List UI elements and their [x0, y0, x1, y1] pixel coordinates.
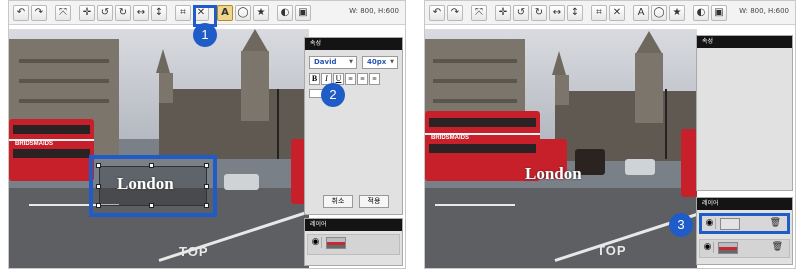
layer-thumbnail: [720, 218, 740, 230]
canvas-photo[interactable]: TOP BRIDSMAIDS London: [9, 29, 309, 268]
font-size-select[interactable]: 40px ▼: [362, 56, 398, 69]
road-marking: TOP: [179, 244, 209, 259]
rotate-right-icon[interactable]: ↻: [531, 4, 547, 21]
layers-panel-title: 레이어: [305, 219, 402, 231]
road-marking: TOP: [597, 243, 627, 258]
flip-vertical-icon[interactable]: ↕: [567, 4, 583, 21]
layers-panel-title: 레이어: [697, 198, 792, 210]
rotate-right-icon[interactable]: ↻: [115, 4, 131, 21]
move-icon[interactable]: ✛: [495, 4, 511, 21]
text-tool-icon[interactable]: A: [633, 4, 649, 21]
text-tool-highlight: [193, 5, 217, 27]
red-bus: BRIDSMAIDS: [425, 111, 540, 181]
trash-icon[interactable]: 🗑: [770, 218, 781, 229]
tower: [241, 51, 269, 121]
flip-horizontal-icon[interactable]: ↔: [549, 4, 565, 21]
undo-icon[interactable]: ↶: [429, 4, 445, 21]
resize-icon[interactable]: ⤧: [55, 4, 71, 21]
font-family-select[interactable]: David ▼: [309, 56, 357, 69]
star-icon[interactable]: ★: [669, 4, 685, 21]
trash-icon[interactable]: 🗑: [772, 242, 783, 253]
image-icon[interactable]: ▣: [711, 4, 727, 21]
step-badge-3: 3: [669, 213, 693, 237]
crop-icon[interactable]: ⌗: [591, 4, 607, 21]
london-text-layer[interactable]: London: [117, 174, 174, 194]
car: [224, 174, 259, 190]
star-icon[interactable]: ★: [253, 4, 269, 21]
tower: [635, 53, 663, 123]
speech-bubble-icon[interactable]: ◯: [235, 4, 251, 21]
layer-thumbnail: [326, 237, 346, 249]
undo-icon[interactable]: ↶: [13, 4, 29, 21]
editor-screenshot-step-3: ↶ ↷ ⤧ ✛ ↺ ↻ ↔ ↕ ⌗ ✕ A ◯ ★ ◐ ▣ W: 800, H:…: [424, 0, 796, 269]
canvas-size-readout: W: 800, H:600: [739, 7, 789, 15]
layer-row-photo[interactable]: ◉ 🗑: [699, 239, 790, 258]
close-icon[interactable]: ✕: [609, 4, 625, 21]
redo-icon[interactable]: ↷: [31, 4, 47, 21]
crop-icon[interactable]: ⌗: [175, 4, 191, 21]
step-badge-2: 2: [321, 83, 345, 107]
layer-thumbnail: [718, 242, 738, 254]
properties-panel: 속성 David ▼ 40px ▼ B I U ≡ ≡ ≡ 취소 적용: [304, 37, 403, 215]
eye-icon[interactable]: ◉: [310, 237, 322, 248]
font-size-value: 40px: [367, 58, 387, 66]
parliament-building: [159, 89, 309, 159]
layers-panel: 레이어 ◉ 🗑 ◉ 🗑: [696, 197, 793, 265]
flip-horizontal-icon[interactable]: ↔: [133, 4, 149, 21]
image-icon[interactable]: ▣: [295, 4, 311, 21]
red-bus-right: [681, 129, 697, 197]
properties-panel-title: 속성: [697, 36, 792, 48]
london-text-layer[interactable]: London: [525, 164, 582, 184]
chevron-down-icon: ▼: [390, 59, 394, 65]
eye-icon[interactable]: ◉: [704, 218, 716, 229]
align-center-icon[interactable]: ≡: [357, 73, 368, 85]
car: [625, 159, 655, 175]
canvas-photo[interactable]: TOP BRIDSMAIDS London: [425, 29, 697, 268]
layers-panel: 레이어 ◉: [304, 218, 403, 266]
flip-vertical-icon[interactable]: ↕: [151, 4, 167, 21]
cancel-button[interactable]: 취소: [323, 195, 353, 208]
rotate-left-icon[interactable]: ↺: [513, 4, 529, 21]
eye-icon[interactable]: ◉: [702, 242, 714, 253]
properties-panel: 속성: [696, 35, 793, 191]
font-family-value: David: [314, 58, 337, 66]
bus-advert-text: BRIDSMAIDS: [431, 135, 470, 141]
layer-row[interactable]: ◉: [307, 234, 400, 255]
bold-button[interactable]: B: [309, 73, 320, 85]
move-icon[interactable]: ✛: [79, 4, 95, 21]
align-right-icon[interactable]: ≡: [369, 73, 380, 85]
apply-button[interactable]: 적용: [359, 195, 389, 208]
properties-panel-title: 속성: [305, 38, 402, 50]
contrast-icon[interactable]: ◐: [693, 4, 709, 21]
bus-advert-text: BRIDSMAIDS: [15, 141, 54, 147]
red-bus: BRIDSMAIDS: [9, 119, 94, 181]
contrast-icon[interactable]: ◐: [277, 4, 293, 21]
layer-row-text[interactable]: ◉ 🗑: [699, 213, 790, 234]
speech-bubble-icon[interactable]: ◯: [651, 4, 667, 21]
canvas-size-readout: W: 800, H:600: [349, 7, 399, 15]
text-tool-icon[interactable]: A: [217, 4, 233, 21]
redo-icon[interactable]: ↷: [447, 4, 463, 21]
toolbar: ↶ ↷ ⤧ ✛ ↺ ↻ ↔ ↕ ⌗ ✕ A ◯ ★ ◐ ▣ W: 800, H:…: [425, 1, 795, 25]
rotate-left-icon[interactable]: ↺: [97, 4, 113, 21]
align-left-icon[interactable]: ≡: [345, 73, 356, 85]
chevron-down-icon: ▼: [349, 59, 353, 65]
editor-screenshot-step-1-2: ↶ ↷ ⤧ ✛ ↺ ↻ ↔ ↕ ⌗ ✕ A ◯ ★ ◐ ▣ W: 800, H:…: [8, 0, 406, 269]
resize-icon[interactable]: ⤧: [471, 4, 487, 21]
